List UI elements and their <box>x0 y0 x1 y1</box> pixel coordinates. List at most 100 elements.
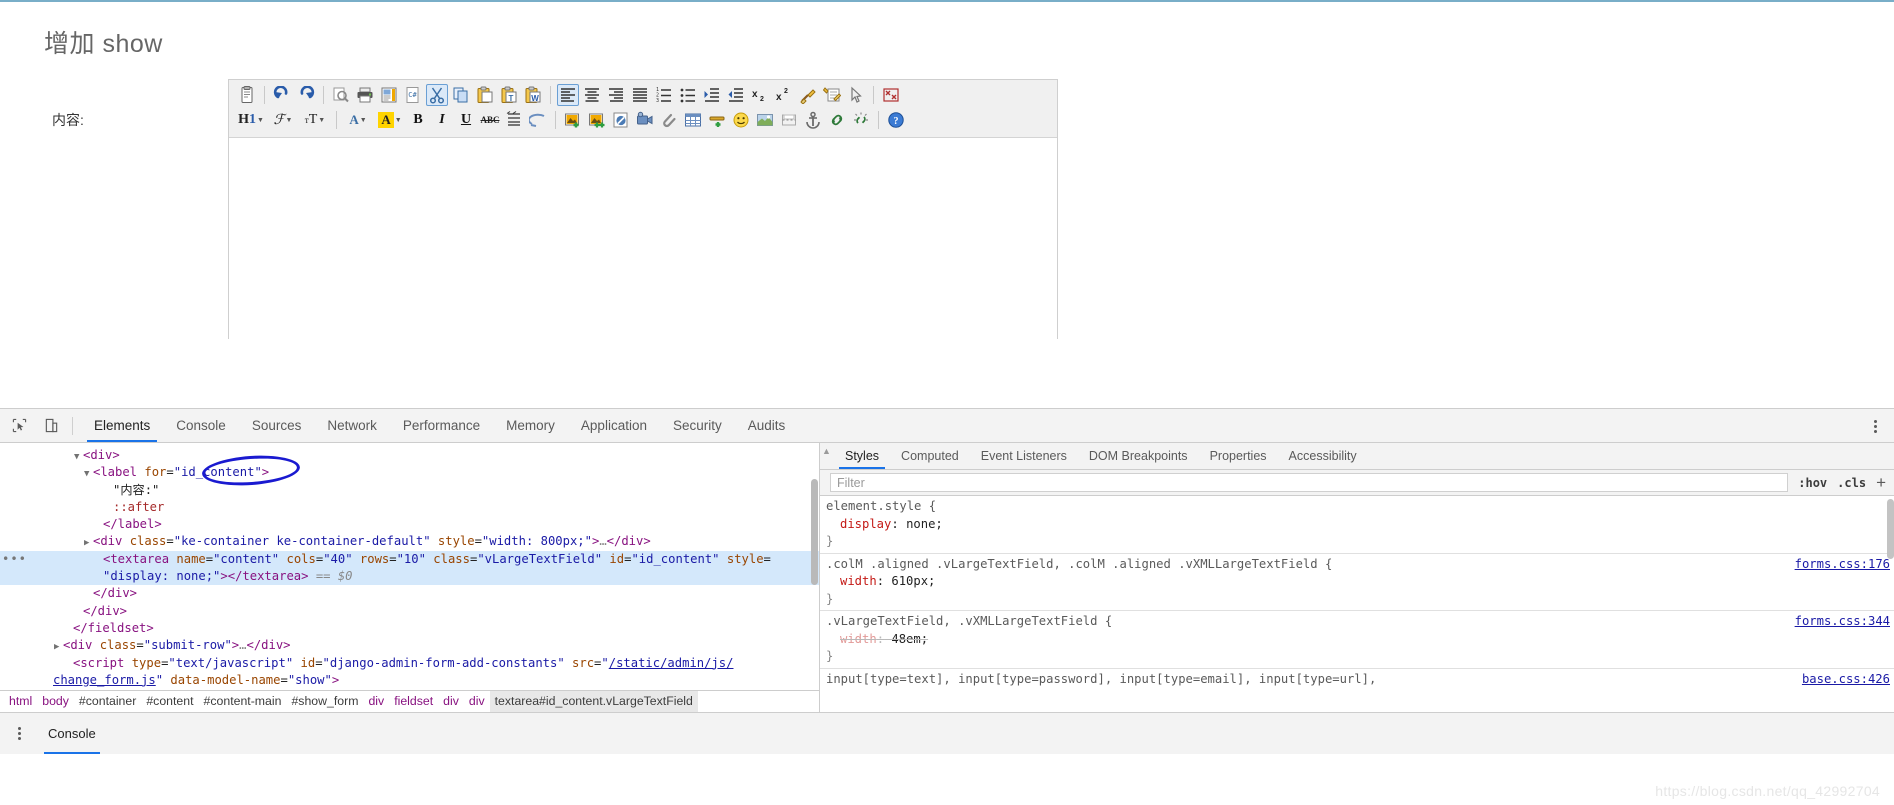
eraser-icon[interactable] <box>527 109 549 131</box>
css-rule[interactable]: input[type=text], input[type=password], … <box>820 669 1894 689</box>
breadcrumb-item[interactable]: textarea#id_content.vLargeTextField <box>489 691 698 712</box>
multi-image-icon[interactable] <box>586 109 608 131</box>
flash-icon[interactable] <box>610 109 632 131</box>
breadcrumb-item[interactable]: div <box>438 691 464 712</box>
styles-tab-properties[interactable]: Properties <box>1199 443 1278 469</box>
css-selector[interactable]: element.style { <box>826 498 1894 516</box>
hr-icon[interactable] <box>706 109 728 131</box>
css-selector[interactable]: input[type=text], input[type=password], … <box>826 671 1894 689</box>
image-icon[interactable] <box>562 109 584 131</box>
subscript-icon[interactable]: x2 <box>749 84 771 106</box>
breadcrumb-item[interactable]: body <box>37 691 74 712</box>
devtools-tab-elements[interactable]: Elements <box>81 409 163 442</box>
dom-tree-pane[interactable]: ▼<div>▼<label for="id_content">▶"内容:"▶::… <box>0 443 820 690</box>
toggle-device-toolbar-icon[interactable] <box>38 413 64 439</box>
breadcrumb-item[interactable]: #show_form <box>286 691 363 712</box>
devtools-tab-memory[interactable]: Memory <box>493 409 568 442</box>
devtools-tab-audits[interactable]: Audits <box>735 409 799 442</box>
link-icon[interactable] <box>826 109 848 131</box>
dom-tree-line[interactable]: ▼ <label for="id_content"> <box>0 464 819 481</box>
dom-tree-line[interactable]: ▶change_form.js" data-model-name="show"> <box>0 672 819 689</box>
devtools-tab-performance[interactable]: Performance <box>390 409 493 442</box>
breadcrumb-item[interactable]: html <box>4 691 37 712</box>
paste-icon[interactable] <box>474 84 496 106</box>
styles-tab-styles[interactable]: Styles <box>834 443 890 469</box>
indent-icon[interactable] <box>701 84 723 106</box>
emoticons-icon[interactable] <box>730 109 752 131</box>
heading-icon[interactable]: H1 ▼ <box>236 109 266 131</box>
css-declaration[interactable]: display: none; <box>826 516 1894 534</box>
breadcrumb-item[interactable]: fieldset <box>389 691 438 712</box>
align-center-icon[interactable] <box>581 84 603 106</box>
breadcrumb-item[interactable]: #content <box>141 691 198 712</box>
css-rule-origin-link[interactable]: base.css:426 <box>1802 671 1890 689</box>
clear-format-icon[interactable] <box>797 84 819 106</box>
css-property-name[interactable]: display <box>840 517 891 531</box>
css-selector[interactable]: .vLargeTextField, .vXMLLargeTextField { <box>826 613 1894 631</box>
dom-tree-line[interactable]: ▶"内容:" <box>0 482 819 499</box>
paste-word-icon[interactable]: W <box>522 84 544 106</box>
bold-icon[interactable]: B <box>407 109 429 131</box>
chevron-down-icon[interactable]: ▼ <box>360 117 367 124</box>
styles-scrollbar[interactable] <box>1887 499 1894 559</box>
css-rule[interactable]: element.style {display: none;} <box>820 496 1894 554</box>
dom-tree-line[interactable]: ▼ <div> <box>0 447 819 464</box>
breadcrumb-item[interactable]: #container <box>74 691 141 712</box>
code-icon[interactable]: C# <box>402 84 424 106</box>
unlink-icon[interactable] <box>850 109 872 131</box>
devtools-tab-console[interactable]: Console <box>163 409 239 442</box>
preview-icon[interactable] <box>330 84 352 106</box>
baidumap-icon[interactable] <box>754 109 776 131</box>
font-family-icon[interactable]: ℱ ▼ <box>268 109 298 131</box>
cut-icon[interactable] <box>426 84 448 106</box>
inspect-element-icon[interactable] <box>6 413 32 439</box>
dom-tree-line[interactable]: ▶<script type="text/javascript" id="djan… <box>0 655 819 672</box>
remove-format-icon[interactable] <box>503 109 525 131</box>
dom-tree[interactable]: ▼<div>▼<label for="id_content">▶"内容:"▶::… <box>0 443 819 690</box>
chevron-down-icon[interactable]: ▼ <box>318 117 325 124</box>
ordered-list-icon[interactable]: 123 <box>653 84 675 106</box>
fore-color-icon[interactable]: A ▼ <box>343 109 373 131</box>
styles-resizer-icon[interactable]: ▲ <box>822 446 831 456</box>
devtools-more-options-icon[interactable] <box>1866 416 1884 436</box>
new-style-rule-button[interactable]: + <box>1876 474 1886 491</box>
devtools-tab-security[interactable]: Security <box>660 409 735 442</box>
css-property-name[interactable]: width <box>840 574 877 588</box>
font-size-icon[interactable]: тT ▼ <box>300 109 330 131</box>
strikethrough-icon[interactable]: ABC <box>479 109 501 131</box>
styles-rules-list[interactable]: element.style {display: none;} .colM .ali… <box>820 496 1894 688</box>
css-declaration[interactable]: width: 48em; <box>826 631 1894 649</box>
undo-icon[interactable] <box>271 84 293 106</box>
hilite-color-icon[interactable]: A ▼ <box>375 109 405 131</box>
force-element-state-button[interactable]: :hov <box>1798 476 1827 490</box>
quick-format-icon[interactable] <box>821 84 843 106</box>
css-rule-origin-link[interactable]: forms.css:176 <box>1795 556 1890 574</box>
align-right-icon[interactable] <box>605 84 627 106</box>
dom-tree-line[interactable]: ▶</script> <box>0 689 819 690</box>
align-left-icon[interactable] <box>557 84 579 106</box>
copy-icon[interactable] <box>450 84 472 106</box>
css-property-value[interactable]: 48em; <box>891 632 928 646</box>
dom-breadcrumb[interactable]: html body #container #content #content-main #… <box>0 690 820 712</box>
paste-text-icon[interactable]: T <box>498 84 520 106</box>
breadcrumb-item[interactable]: #content-main <box>199 691 287 712</box>
unordered-list-icon[interactable] <box>677 84 699 106</box>
align-justify-icon[interactable] <box>629 84 651 106</box>
breadcrumb-item[interactable]: div <box>363 691 389 712</box>
breadcrumb-item[interactable]: div <box>464 691 490 712</box>
css-property-value[interactable]: none; <box>906 517 943 531</box>
css-declaration[interactable]: width: 610px; <box>826 573 1894 591</box>
chevron-down-icon[interactable]: ▼ <box>257 117 264 124</box>
devtools-tab-application[interactable]: Application <box>568 409 660 442</box>
dom-tree-line[interactable]: ▶"display: none;"></textarea> == $0 <box>0 568 819 586</box>
anchor-icon[interactable] <box>802 109 824 131</box>
dom-tree-line[interactable]: ▶ <div class="ke-container ke-container-d… <box>0 533 819 550</box>
dom-tree-line[interactable]: ▶::after <box>0 499 819 516</box>
editor-content-area[interactable] <box>229 138 1057 346</box>
styles-tab-dom-breakpoints[interactable]: DOM Breakpoints <box>1078 443 1199 469</box>
dom-tree-line[interactable]: ▶</div> <box>0 585 819 602</box>
dom-tree-line[interactable]: •••▶<textarea name="content" cols="40" r… <box>0 550 819 569</box>
attachment-icon[interactable] <box>658 109 680 131</box>
select-all-icon[interactable] <box>845 84 867 106</box>
drawer-more-options-icon[interactable] <box>10 727 28 740</box>
